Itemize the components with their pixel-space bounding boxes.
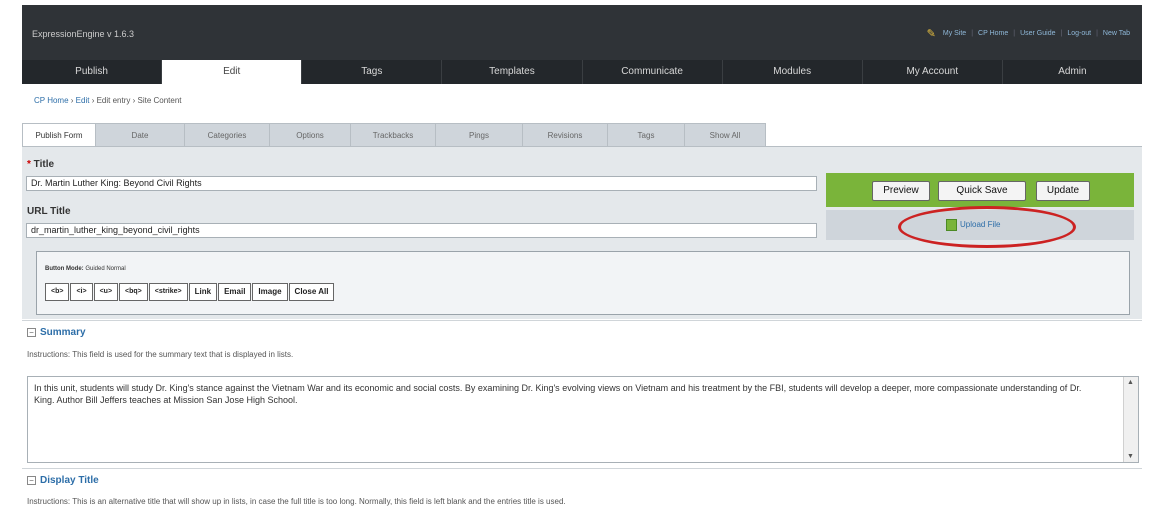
app-title: ExpressionEngine v 1.6.3 xyxy=(32,29,135,39)
publish-subtabs: Publish Form Date Categories Options Tra… xyxy=(22,123,766,149)
link-cp-home[interactable]: CP Home xyxy=(978,30,1008,37)
italic-button[interactable]: <i> xyxy=(70,283,93,301)
separator: | xyxy=(1013,30,1016,37)
button-mode-options[interactable]: Guided Normal xyxy=(85,266,125,272)
update-button[interactable]: Update xyxy=(1036,181,1090,201)
bold-button[interactable]: <b> xyxy=(45,283,70,301)
breadcrumb: CP Home › Edit › Edit entry › Site Conte… xyxy=(34,96,182,105)
summary-scrollbar[interactable]: ▲ ▼ xyxy=(1123,377,1138,462)
nav-tab-modules[interactable]: Modules xyxy=(723,60,863,84)
title-label: * Title xyxy=(27,159,54,170)
summary-text: In this unit, students will study Dr. Ki… xyxy=(34,383,1082,405)
quick-save-button[interactable]: Quick Save xyxy=(938,181,1026,201)
summary-header[interactable]: − Summary xyxy=(27,327,86,338)
divider xyxy=(22,468,1142,469)
header-bar: ExpressionEngine v 1.6.3 ✎ My Site | CP … xyxy=(22,5,1142,60)
nav-tab-admin[interactable]: Admin xyxy=(1003,60,1142,84)
display-title-instructions: Instructions: This is an alternative tit… xyxy=(27,497,566,506)
required-marker: * xyxy=(27,159,34,170)
underline-button[interactable]: <u> xyxy=(93,283,119,301)
toolbar-buttons: <b> <i> <u> <bq> <strike> Link Email Ima… xyxy=(45,283,335,301)
nav-tab-publish[interactable]: Publish xyxy=(22,60,163,84)
action-panel: Preview Quick Save Update xyxy=(826,173,1134,207)
link-new-tab[interactable]: New Tab xyxy=(1103,30,1130,37)
formatting-toolbar: Button Mode: Guided Normal <b> <i> <u> <… xyxy=(36,251,1130,315)
scroll-down-icon[interactable]: ▼ xyxy=(1127,453,1134,460)
summary-title: Summary xyxy=(40,327,86,338)
collapse-icon[interactable]: − xyxy=(27,327,36,337)
image-button[interactable]: Image xyxy=(252,283,288,301)
top-links: ✎ My Site | CP Home | User Guide | Log-o… xyxy=(927,27,1130,40)
summary-instructions: Instructions: This field is used for the… xyxy=(27,350,294,359)
divider xyxy=(22,320,1142,321)
pen-icon: ✎ xyxy=(926,28,936,40)
separator: | xyxy=(1060,30,1063,37)
breadcrumb-edit-entry: Edit entry xyxy=(96,96,131,105)
blockquote-button[interactable]: <bq> xyxy=(119,283,148,301)
link-user-guide[interactable]: User Guide xyxy=(1020,30,1055,37)
collapse-icon[interactable]: − xyxy=(27,475,36,485)
link-my-site[interactable]: My Site xyxy=(943,30,966,37)
scroll-up-icon[interactable]: ▲ xyxy=(1127,379,1134,386)
nav-tab-tags[interactable]: Tags xyxy=(302,60,443,84)
close-all-button[interactable]: Close All xyxy=(288,283,335,301)
display-title-header[interactable]: − Display Title xyxy=(27,475,99,486)
title-input[interactable]: Dr. Martin Luther King: Beyond Civil Rig… xyxy=(26,176,817,191)
url-title-input[interactable]: dr_martin_luther_king_beyond_civil_right… xyxy=(26,223,817,238)
nav-tab-communicate[interactable]: Communicate xyxy=(583,60,723,84)
title-label-text: Title xyxy=(33,159,55,170)
nav-tab-edit[interactable]: Edit xyxy=(162,60,303,84)
breadcrumb-site-content: Site Content xyxy=(137,96,182,105)
breadcrumb-cp-home[interactable]: CP Home xyxy=(34,96,69,105)
summary-textarea[interactable]: In this unit, students will study Dr. Ki… xyxy=(27,376,1139,463)
link-button[interactable]: Link xyxy=(188,283,218,301)
nav-tab-templates[interactable]: Templates xyxy=(442,60,583,84)
display-title-title: Display Title xyxy=(40,475,99,486)
preview-button[interactable]: Preview xyxy=(872,181,930,201)
button-mode: Button Mode: Guided Normal xyxy=(45,266,126,272)
url-title-label: URL Title xyxy=(27,206,71,217)
main-nav: Publish Edit Tags Templates Communicate … xyxy=(22,60,1142,84)
email-button[interactable]: Email xyxy=(218,283,252,301)
nav-tab-my-account[interactable]: My Account xyxy=(863,60,1003,84)
separator: | xyxy=(971,30,974,37)
highlight-circle xyxy=(898,206,1076,248)
strike-button[interactable]: <strike> xyxy=(148,283,188,301)
breadcrumb-edit[interactable]: Edit xyxy=(76,96,90,105)
link-log-out[interactable]: Log-out xyxy=(1067,30,1091,37)
button-mode-label: Button Mode: xyxy=(45,266,84,272)
separator: | xyxy=(1096,30,1098,37)
